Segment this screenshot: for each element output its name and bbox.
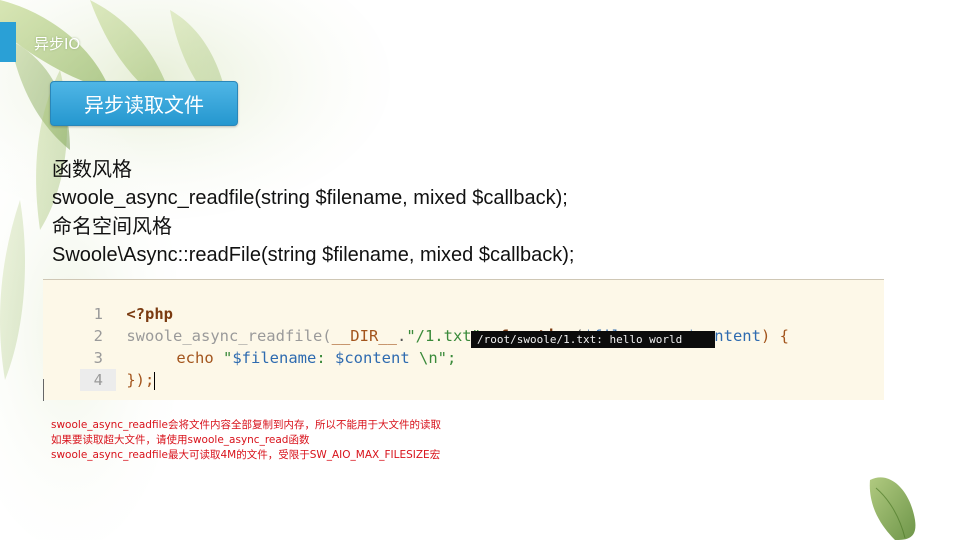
line-number: 4 — [80, 369, 117, 391]
text-cursor — [154, 371, 156, 390]
code-token: }); — [126, 371, 155, 389]
notes-block: swoole_async_readfile会将文件内容全部复制到内存，所以不能用… — [51, 418, 441, 463]
code-line-3: 3 echo "$filename: $content \n"; — [43, 325, 884, 367]
terminal-output: /root/swoole/1.txt: hello world — [471, 331, 715, 348]
description-block: 函数风格 swoole_async_readfile(string $filen… — [52, 155, 912, 269]
section-title-button[interactable]: 异步读取文件 — [50, 81, 238, 126]
editor-gutter-mark — [43, 379, 44, 401]
code-line-2: 2swoole_async_readfile(__DIR__."/1.txt",… — [43, 303, 884, 345]
function-style-signature: swoole_async_readfile(string $filename, … — [52, 186, 568, 209]
namespace-style-label: 命名空间风格 — [52, 214, 172, 238]
note-line: swoole_async_readfile会将文件内容全部复制到内存，所以不能用… — [51, 419, 441, 431]
namespace-style-signature: Swoole\Async::readFile(string $filename,… — [52, 243, 575, 266]
header-title: 异步IO — [34, 35, 81, 53]
code-line-1: 1 <?php — [43, 281, 884, 323]
corner-accent-bar — [0, 22, 16, 62]
code-editor[interactable]: 1 <?php 2 swoole_async_readfile(__DIR__."/… — [43, 279, 884, 400]
note-line: swoole_async_readfile最大可读取4M的文件，受限于SW_AI… — [51, 449, 441, 461]
note-line: 如果要读取超大文件，请使用swoole_async_read函数 — [51, 434, 310, 446]
function-style-label: 函数风格 — [52, 157, 132, 181]
code-line-4: 4}); — [43, 347, 884, 391]
